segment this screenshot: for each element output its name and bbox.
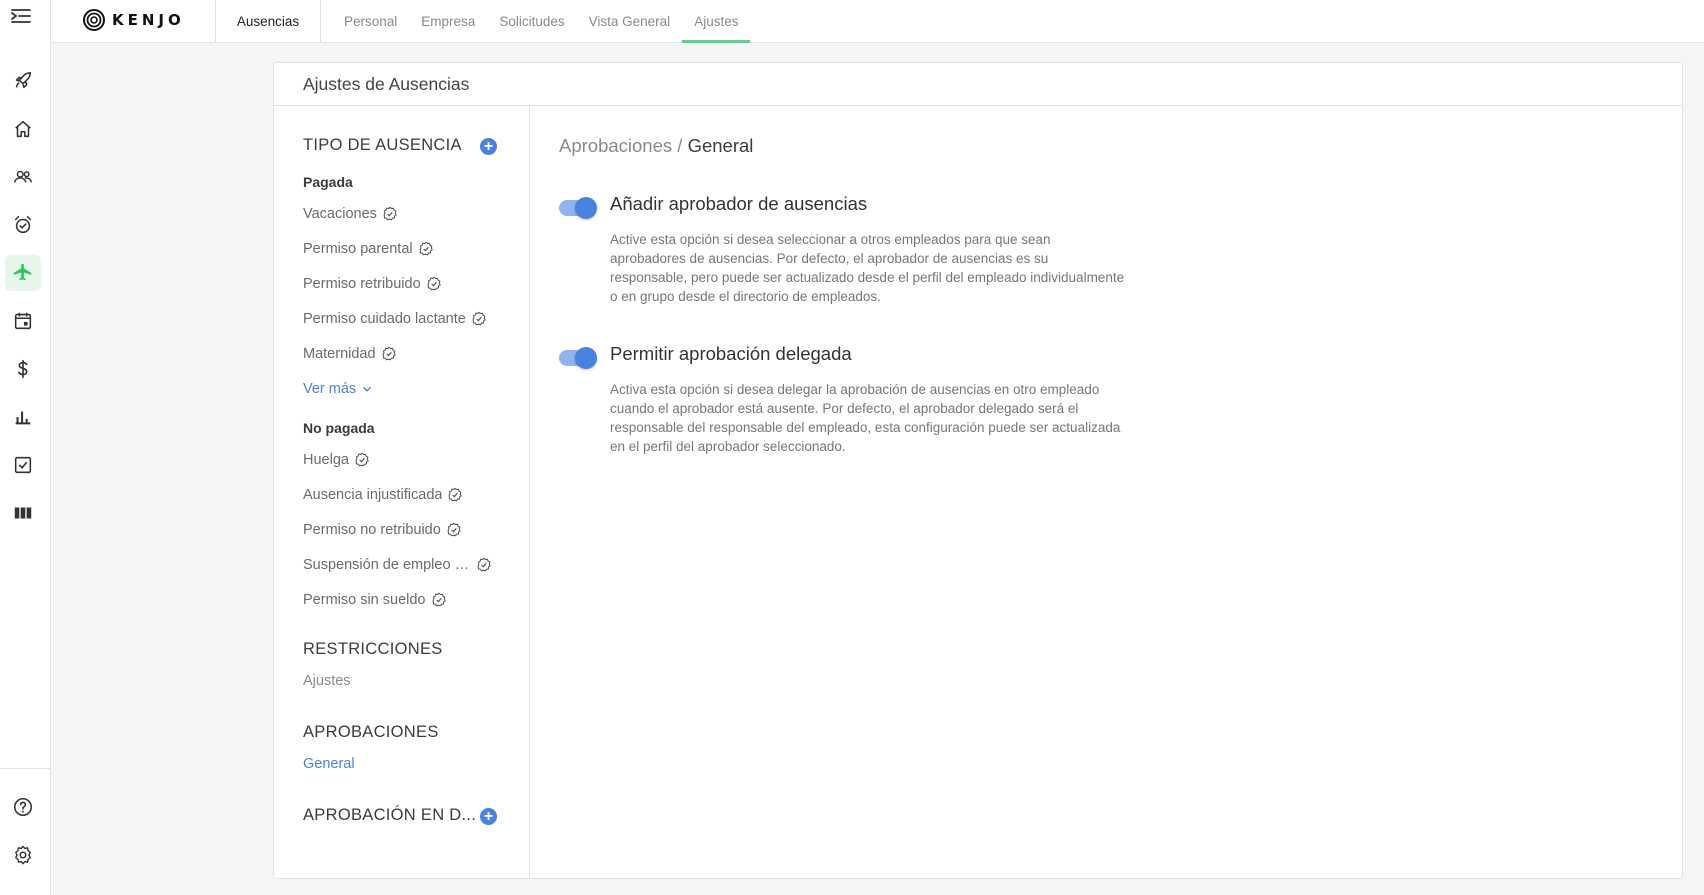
toggle-delegated-approval[interactable]: [559, 347, 597, 369]
absence-type-label: Permiso cuidado lactante: [303, 311, 466, 327]
section-header-delegated-approval: APROBACIÓN EN D...: [303, 806, 477, 824]
verified-badge-icon: [419, 241, 433, 256]
rocket-icon[interactable]: [5, 63, 41, 99]
absence-type-label: Vacaciones: [303, 206, 377, 222]
settings-card: Ajustes de Ausencias TIPO DE AUSENCIA + …: [273, 62, 1683, 879]
gear-icon[interactable]: [5, 837, 41, 873]
airplane-icon[interactable]: [5, 255, 41, 291]
breadcrumb: Aprobaciones / General: [559, 135, 753, 157]
verified-badge-icon: [355, 452, 369, 467]
setting-title-delegated-approval: Permitir aprobación delegada: [610, 343, 852, 364]
absence-type-label: Ausencia injustificada: [303, 487, 443, 503]
absence-type-label: Huelga: [303, 452, 349, 468]
tab-solicitudes[interactable]: Solicitudes: [487, 0, 576, 43]
setting-title-add-approver: Añadir aprobador de ausencias: [610, 193, 868, 214]
card-title: Ajustes de Ausencias: [274, 63, 1682, 106]
kenjo-logo-mark-icon: [83, 9, 105, 31]
absence-type-item[interactable]: Permiso parental: [303, 241, 503, 257]
add-absence-type-button[interactable]: +: [480, 138, 497, 155]
home-icon[interactable]: [5, 111, 41, 147]
help-icon[interactable]: [5, 789, 41, 825]
verified-badge-icon: [472, 311, 486, 326]
absence-type-item[interactable]: Huelga: [303, 452, 503, 468]
absence-type-label: Permiso parental: [303, 241, 413, 257]
absence-type-label: Permiso retribuido: [303, 276, 421, 292]
section-header-tipo-ausencia: TIPO DE AUSENCIA: [303, 136, 462, 154]
top-bar: KENJO Ausencias Personal Empresa Solicit…: [51, 0, 1704, 43]
absence-type-item[interactable]: Permiso cuidado lactante: [303, 311, 503, 327]
absence-type-item[interactable]: Permiso sin sueldo: [303, 592, 503, 608]
absence-type-label: Permiso sin sueldo: [303, 592, 426, 608]
toggle-add-approver[interactable]: [559, 197, 597, 219]
verified-badge-icon: [427, 276, 441, 291]
section-header-restricciones: RESTRICCIONES: [303, 640, 443, 658]
tab-personal[interactable]: Personal: [332, 0, 409, 43]
absence-type-item[interactable]: Maternidad: [303, 346, 503, 362]
module-tab-ausencias[interactable]: Ausencias: [215, 0, 321, 43]
tab-ajustes[interactable]: Ajustes: [682, 0, 751, 43]
calendar-icon[interactable]: [5, 303, 41, 339]
absence-type-item[interactable]: Permiso retribuido: [303, 276, 503, 292]
breadcrumb-parent[interactable]: Aprobaciones: [559, 135, 672, 156]
checklist-icon[interactable]: [5, 447, 41, 483]
show-more-label: Ver más: [303, 381, 357, 397]
toggle-knob: [575, 347, 597, 369]
bar-chart-icon[interactable]: [5, 399, 41, 435]
tab-empresa[interactable]: Empresa: [409, 0, 487, 43]
columns-icon[interactable]: [5, 495, 41, 531]
verified-badge-icon: [432, 592, 446, 607]
breadcrumb-current: General: [687, 135, 754, 156]
absence-type-item[interactable]: Suspensión de empleo y sueldo: [303, 557, 503, 573]
tab-vista-general[interactable]: Vista General: [577, 0, 683, 43]
verified-badge-icon: [382, 346, 396, 361]
add-delegated-approval-button[interactable]: +: [480, 808, 497, 825]
kenjo-logo[interactable]: KENJO: [82, 5, 185, 35]
absence-type-item[interactable]: Ausencia injustificada: [303, 487, 503, 503]
verified-badge-icon: [383, 206, 397, 221]
subtab-bar: Personal Empresa Solicitudes Vista Gener…: [332, 0, 751, 43]
setting-description-add-approver: Active esta opción si desea seleccionar …: [610, 232, 1125, 304]
absence-type-label: Permiso no retribuido: [303, 522, 441, 538]
absence-type-item[interactable]: Vacaciones: [303, 206, 503, 222]
app-sidebar: [0, 0, 51, 895]
verified-badge-icon: [447, 522, 461, 537]
kenjo-logo-text: KENJO: [112, 11, 185, 29]
people-icon[interactable]: [5, 159, 41, 195]
verified-badge-icon: [477, 557, 491, 572]
chevron-down-icon: [363, 386, 372, 392]
dollar-icon[interactable]: [5, 351, 41, 387]
approvals-general-link[interactable]: General: [303, 756, 355, 772]
verified-badge-icon: [449, 487, 463, 502]
breadcrumb-separator: /: [677, 135, 683, 156]
absence-type-label: Maternidad: [303, 346, 376, 362]
group-label-paid: Pagada: [303, 174, 353, 190]
setting-description-delegated-approval: Activa esta opción si desea delegar la a…: [610, 382, 1121, 454]
section-header-aprobaciones: APROBACIONES: [303, 723, 439, 741]
sidebar-divider: [0, 768, 50, 769]
settings-nav: TIPO DE AUSENCIA + Pagada Vacaciones Per…: [274, 106, 530, 878]
absence-type-label: Suspensión de empleo y sueldo: [303, 557, 471, 573]
group-label-unpaid: No pagada: [303, 420, 375, 436]
show-more-link[interactable]: Ver más: [303, 381, 374, 397]
toggle-knob: [575, 197, 597, 219]
absence-type-item[interactable]: Permiso no retribuido: [303, 522, 503, 538]
alarm-clock-icon[interactable]: [5, 207, 41, 243]
restrictions-settings-link[interactable]: Ajustes: [303, 673, 351, 689]
menu-toggle-icon[interactable]: [10, 6, 32, 26]
